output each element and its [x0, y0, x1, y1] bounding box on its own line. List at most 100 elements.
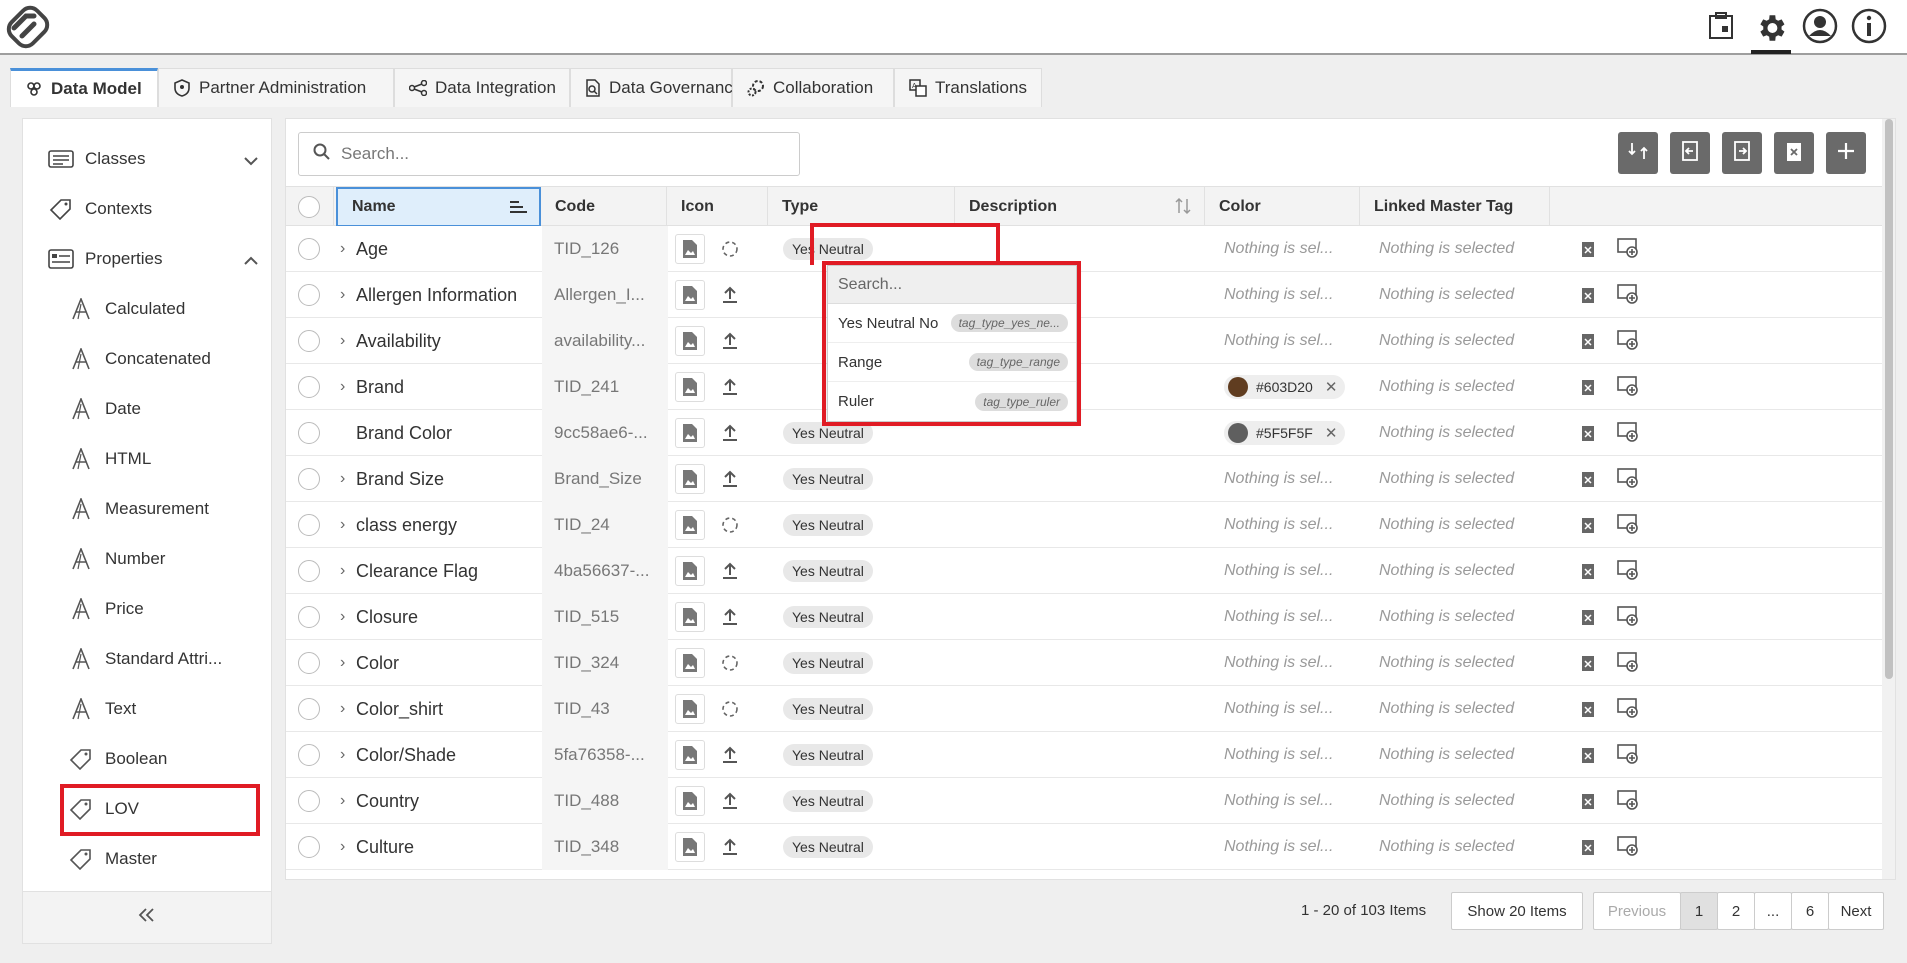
table-row[interactable]: › Clearance Flag 4ba56637-... Yes Neutral No… [286, 548, 1882, 594]
next-button[interactable]: Next [1828, 892, 1884, 930]
linked-master-tag-cell[interactable]: Nothing is selected [1361, 732, 1531, 778]
name-cell[interactable]: › Brand Size [326, 456, 531, 502]
name-cell[interactable]: › Brand [326, 364, 531, 410]
row-checkbox[interactable] [298, 698, 320, 720]
clipboard-delete-icon[interactable] [1581, 792, 1595, 815]
sidebar-item-date[interactable]: Date [23, 389, 271, 429]
name-cell[interactable]: › Culture [326, 824, 531, 870]
color-cell[interactable]: #603D20 ✕ [1206, 364, 1361, 410]
search-input[interactable]: Search... [298, 132, 800, 176]
type-pill[interactable]: Yes Neutral [783, 744, 873, 766]
type-cell[interactable]: Yes Neutral [769, 824, 954, 870]
delete-button[interactable] [1774, 132, 1814, 174]
type-pill[interactable]: Yes Neutral [783, 698, 873, 720]
user-avatar-icon[interactable] [1800, 6, 1840, 46]
expand-chevron-icon[interactable]: › [340, 700, 356, 718]
sidebar-item-concatenated[interactable]: Concatenated [23, 339, 271, 379]
row-checkbox[interactable] [298, 376, 320, 398]
image-placeholder-icon[interactable] [675, 602, 705, 632]
linked-master-tag-cell[interactable]: Nothing is selected [1361, 272, 1531, 318]
add-screen-icon[interactable] [1617, 514, 1639, 539]
color-cell[interactable]: Nothing is sel... [1206, 548, 1361, 594]
expand-chevron-icon[interactable]: › [340, 516, 356, 534]
type-cell[interactable]: Yes Neutral [769, 778, 954, 824]
expand-chevron-icon[interactable]: › [340, 286, 356, 304]
export-button[interactable] [1722, 132, 1762, 174]
color-cell[interactable]: Nothing is sel... [1206, 272, 1361, 318]
page-button-current[interactable]: 1 [1680, 892, 1718, 930]
linked-master-tag-cell[interactable]: Nothing is selected [1361, 640, 1531, 686]
tab-data-model[interactable]: Data Model [10, 68, 158, 107]
linked-master-tag-cell[interactable]: Nothing is selected [1361, 318, 1531, 364]
color-chip[interactable]: #603D20 ✕ [1224, 375, 1346, 399]
linked-master-tag-cell[interactable]: Nothing is selected [1361, 410, 1531, 456]
color-cell[interactable]: Nothing is sel... [1206, 732, 1361, 778]
row-checkbox[interactable] [298, 468, 320, 490]
color-cell[interactable]: Nothing is sel... [1206, 456, 1361, 502]
table-row[interactable]: › class energy TID_24 Yes Neutral Nothing is… [286, 502, 1882, 548]
color-cell[interactable]: Nothing is sel... [1206, 594, 1361, 640]
expand-chevron-icon[interactable]: › [340, 470, 356, 488]
clipboard-delete-icon[interactable] [1581, 700, 1595, 723]
sidebar-item-measurement[interactable]: Measurement [23, 489, 271, 529]
table-row[interactable]: › Closure TID_515 Yes Neutral Nothing is sel… [286, 594, 1882, 640]
expand-chevron-icon[interactable]: › [340, 240, 356, 258]
image-placeholder-icon[interactable] [675, 372, 705, 402]
sidebar-item-classes[interactable]: Classes [23, 139, 271, 179]
import-button[interactable] [1670, 132, 1710, 174]
loading-spinner-icon[interactable] [715, 648, 745, 678]
type-pill[interactable]: Yes Neutral [783, 514, 873, 536]
row-checkbox[interactable] [298, 652, 320, 674]
column-header-linked-master-tag[interactable]: Linked Master Tag [1360, 187, 1550, 227]
linked-master-tag-cell[interactable]: Nothing is selected [1361, 364, 1531, 410]
name-cell[interactable]: › Country [326, 778, 531, 824]
add-screen-icon[interactable] [1617, 606, 1639, 631]
table-row[interactable]: › Age TID_126 Yes Neutral Nothing is sel... N… [286, 226, 1882, 272]
remove-color-icon[interactable]: ✕ [1325, 378, 1338, 396]
add-screen-icon[interactable] [1617, 790, 1639, 815]
sidebar-item-number[interactable]: Number [23, 539, 271, 579]
column-header-icon[interactable]: Icon [667, 187, 768, 227]
linked-master-tag-cell[interactable]: Nothing is selected [1361, 824, 1531, 870]
type-pill[interactable]: Yes Neutral [783, 790, 873, 812]
column-header-code[interactable]: Code [541, 187, 667, 227]
upload-icon[interactable] [715, 740, 745, 770]
page-button[interactable]: 6 [1791, 892, 1829, 930]
type-pill[interactable]: Yes Neutral [783, 560, 873, 582]
settings-gear-icon[interactable] [1751, 6, 1791, 54]
sidebar-item-text[interactable]: Text [23, 689, 271, 729]
table-row[interactable]: › Culture TID_348 Yes Neutral Nothing is sel… [286, 824, 1882, 870]
add-screen-icon[interactable] [1617, 284, 1639, 309]
info-icon[interactable] [1849, 6, 1889, 46]
loading-spinner-icon[interactable] [715, 234, 745, 264]
name-cell[interactable]: › Age [326, 226, 531, 272]
row-checkbox[interactable] [298, 790, 320, 812]
tab-data-governance[interactable]: Data Governance [570, 68, 742, 107]
color-cell[interactable]: Nothing is sel... [1206, 686, 1361, 732]
image-placeholder-icon[interactable] [675, 234, 705, 264]
type-cell[interactable]: Yes Neutral [769, 548, 954, 594]
chevron-down-icon[interactable] [243, 151, 259, 171]
name-cell[interactable]: › Closure [326, 594, 531, 640]
table-row[interactable]: › Availability availability... Nothing is s… [286, 318, 1882, 364]
type-pill[interactable]: Yes Neutral [783, 652, 873, 674]
color-cell[interactable]: Nothing is sel... [1206, 502, 1361, 548]
sort-arrows-icon[interactable] [1174, 197, 1192, 220]
add-screen-icon[interactable] [1617, 744, 1639, 769]
clipboard-delete-icon[interactable] [1581, 654, 1595, 677]
type-cell[interactable]: Yes Neutral [769, 640, 954, 686]
expand-chevron-icon[interactable]: › [340, 838, 356, 856]
remove-color-icon[interactable]: ✕ [1325, 424, 1338, 442]
type-cell[interactable]: Yes Neutral [769, 594, 954, 640]
row-checkbox[interactable] [298, 238, 320, 260]
clipboard-delete-icon[interactable] [1581, 838, 1595, 861]
inbox-icon[interactable] [1701, 6, 1741, 46]
table-row[interactable]: › Color_shirt TID_43 Yes Neutral Nothing is … [286, 686, 1882, 732]
upload-icon[interactable] [715, 786, 745, 816]
clipboard-delete-icon[interactable] [1581, 378, 1595, 401]
clipboard-delete-icon[interactable] [1581, 424, 1595, 447]
sync-button[interactable] [1618, 132, 1658, 174]
linked-master-tag-cell[interactable]: Nothing is selected [1361, 686, 1531, 732]
type-cell[interactable]: Yes Neutral [769, 686, 954, 732]
add-screen-icon[interactable] [1617, 238, 1639, 263]
